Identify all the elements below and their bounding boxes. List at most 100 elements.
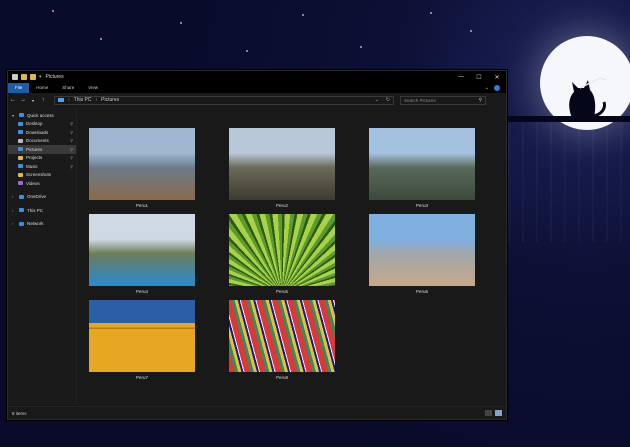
nav-item-label: Documents xyxy=(26,138,49,144)
music-icon xyxy=(18,164,23,169)
expand-chevron-icon[interactable]: › xyxy=(12,221,16,226)
nav-item-documents[interactable]: Documents ⚲ xyxy=(8,137,76,146)
nav-item-label: Downloads xyxy=(26,129,49,135)
help-icon[interactable] xyxy=(494,85,500,91)
window-controls: — ☐ ✕ xyxy=(452,74,506,81)
app-icon xyxy=(12,74,18,80)
photo-caption: Peru2 xyxy=(275,203,288,208)
back-button[interactable]: ← xyxy=(8,97,18,103)
pictures-location-icon xyxy=(58,98,64,102)
close-button[interactable]: ✕ xyxy=(488,74,506,81)
expand-chevron-icon[interactable]: › xyxy=(12,194,16,199)
star xyxy=(52,10,54,12)
breadcrumb-pictures[interactable]: Pictures xyxy=(101,97,119,103)
pin-icon: ⚲ xyxy=(70,121,73,127)
photo-tile[interactable]: Peru7 xyxy=(89,300,195,380)
nav-item-downloads[interactable]: Downloads ⚲ xyxy=(8,128,76,137)
photo-thumbnail xyxy=(229,128,335,200)
title-bar: ▾ Pictures — ☐ ✕ xyxy=(8,71,506,83)
photo-tile[interactable]: Peru4 xyxy=(89,214,195,294)
maximize-button[interactable]: ☐ xyxy=(470,74,488,81)
nav-item-label: Pictures xyxy=(26,146,43,152)
nav-item-quick-access[interactable]: ▾ Quick access xyxy=(8,111,76,120)
photo-tile[interactable]: Peru2 xyxy=(229,128,335,208)
fence xyxy=(508,122,630,242)
nav-item-network[interactable]: › Network xyxy=(8,220,76,229)
pin-icon: ⚲ xyxy=(70,129,73,135)
minimize-button[interactable]: — xyxy=(452,74,470,81)
nav-item-label: This PC xyxy=(27,207,44,213)
navigation-pane: ▾ Quick access Desktop ⚲ Downloads ⚲ Documents… xyxy=(8,107,77,405)
pictures-folder-icon xyxy=(18,147,23,152)
customize-toolbar-icon[interactable]: ▾ xyxy=(39,74,42,80)
search-box[interactable]: Search Pictures ⚲ xyxy=(400,95,486,105)
star xyxy=(180,22,182,24)
pin-icon: ⚲ xyxy=(70,138,73,144)
photo-tile[interactable]: Peru6 xyxy=(369,214,475,294)
window-title: Pictures xyxy=(45,74,64,80)
nav-item-videos[interactable]: Videos xyxy=(8,179,76,188)
address-bar[interactable]: › This PC › Pictures ⌄ ↻ xyxy=(54,95,394,105)
address-row: ← → ▾ ↑ › This PC › Pictures ⌄ ↻ Search … xyxy=(8,93,506,107)
videos-folder-icon xyxy=(18,181,23,186)
address-dropdown-icon[interactable]: ⌄ xyxy=(375,97,382,103)
recent-locations-icon[interactable]: ▾ xyxy=(28,98,38,103)
nav-item-this-pc[interactable]: › This PC xyxy=(8,206,76,215)
photo-caption: Peru6 xyxy=(415,289,428,294)
item-count: 8 items xyxy=(12,410,27,416)
nav-item-label: Quick access xyxy=(27,112,54,118)
large-icons-view-button[interactable] xyxy=(495,410,502,416)
details-view-button[interactable] xyxy=(485,410,492,416)
expand-chevron-icon[interactable]: ▾ xyxy=(12,113,16,118)
photo-caption: Peru7 xyxy=(135,375,148,380)
tab-file[interactable]: File xyxy=(8,83,30,93)
documents-folder-icon xyxy=(18,138,23,143)
breadcrumb-separator: › xyxy=(68,97,70,103)
photo-caption: Peru4 xyxy=(135,289,148,294)
up-button[interactable]: ↑ xyxy=(38,97,48,103)
nav-item-pictures[interactable]: Pictures ⚲ xyxy=(8,145,76,154)
star xyxy=(470,30,472,32)
photo-thumbnail xyxy=(89,300,195,372)
folder-icon xyxy=(18,155,23,160)
nav-item-label: Projects xyxy=(26,155,43,161)
photo-tile[interactable]: Peru5 xyxy=(229,214,335,294)
refresh-icon[interactable]: ↻ xyxy=(386,97,393,103)
star-icon xyxy=(19,113,24,118)
star xyxy=(246,50,248,52)
photo-tile[interactable]: Peru1 xyxy=(89,128,195,208)
photo-caption: Peru5 xyxy=(275,289,288,294)
expand-ribbon-icon[interactable]: ⌄ xyxy=(485,85,489,91)
tab-view[interactable]: View xyxy=(81,83,105,93)
nav-item-projects[interactable]: Projects ⚲ xyxy=(8,154,76,163)
photo-tile[interactable]: Peru8 xyxy=(229,300,335,380)
breadcrumb-this-pc[interactable]: This PC xyxy=(74,97,92,103)
ribbon-tabs: File Home Share View ⌄ xyxy=(8,83,506,93)
forward-button[interactable]: → xyxy=(18,97,28,103)
breadcrumb-separator: › xyxy=(95,97,98,103)
quick-access-toolbar: ▾ xyxy=(8,74,42,80)
star xyxy=(100,38,102,40)
nav-item-screenshots[interactable]: Screenshots xyxy=(8,171,76,180)
nav-item-desktop[interactable]: Desktop ⚲ xyxy=(8,120,76,129)
pin-icon: ⚲ xyxy=(70,146,73,152)
pin-icon: ⚲ xyxy=(70,163,73,169)
file-view: Peru1 Peru2 Peru3 Peru4 Peru5 Peru6 Peru7 Peru8 xyxy=(77,107,506,405)
photo-thumbnail xyxy=(369,214,475,286)
nav-item-label: Network xyxy=(27,221,44,227)
new-folder-icon[interactable] xyxy=(30,74,36,80)
tab-home[interactable]: Home xyxy=(29,83,55,93)
properties-icon[interactable] xyxy=(21,74,27,80)
nav-item-music[interactable]: Music ⚲ xyxy=(8,162,76,171)
network-icon xyxy=(19,221,24,226)
photo-thumbnail xyxy=(229,300,335,372)
explorer-body: ▾ Quick access Desktop ⚲ Downloads ⚲ Documents… xyxy=(8,107,506,405)
tab-share[interactable]: Share xyxy=(55,83,81,93)
photo-thumbnail xyxy=(229,214,335,286)
expand-chevron-icon[interactable]: › xyxy=(12,208,16,213)
search-icon: ⚲ xyxy=(478,97,482,102)
photo-thumbnail xyxy=(369,128,475,200)
nav-item-onedrive[interactable]: › OneDrive xyxy=(8,193,76,202)
photo-tile[interactable]: Peru3 xyxy=(369,128,475,208)
nav-item-label: Screenshots xyxy=(26,172,52,178)
